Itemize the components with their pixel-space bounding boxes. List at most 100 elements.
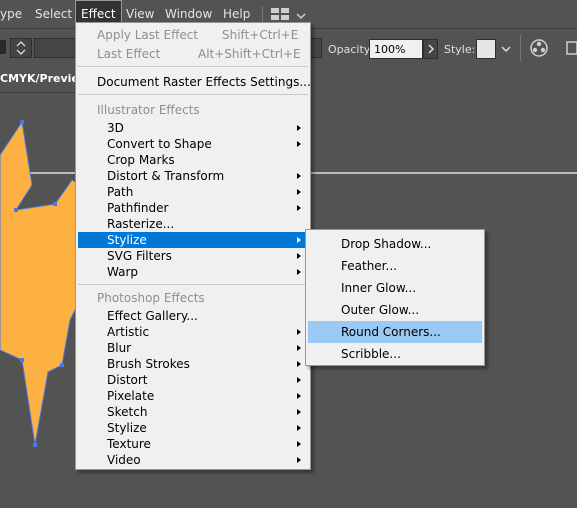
opacity-input[interactable]: 100%	[369, 39, 423, 59]
stroke-weight-field[interactable]	[34, 38, 76, 58]
menu-item-label: Pathfinder	[107, 201, 169, 215]
menu-item-svg-filters[interactable]: SVG Filters	[78, 248, 308, 264]
submenu-arrow-icon	[297, 172, 301, 179]
style-dropdown-button[interactable]	[497, 39, 515, 59]
stroke-weight-label-fragment	[0, 40, 6, 54]
menu-item-label: Brush Strokes	[107, 357, 190, 371]
menu-item-sketch[interactable]: Sketch	[78, 404, 308, 420]
menu-item-blur[interactable]: Blur	[78, 340, 308, 356]
menu-item-3d[interactable]: 3D	[78, 120, 308, 136]
menu-item-stylize-illustrator[interactable]: Stylize	[78, 232, 308, 248]
anchor-point[interactable]	[20, 120, 24, 124]
submenu-arrow-icon	[297, 424, 301, 431]
menu-item-label: Outer Glow...	[341, 303, 420, 317]
menu-item-label: Scribble...	[341, 347, 401, 361]
menu-item-label: Stylize	[107, 233, 147, 247]
document-tab[interactable]: CMYK/Preview	[0, 66, 89, 93]
stroke-weight-stepper[interactable]	[10, 38, 32, 58]
menu-item-label: Texture	[107, 437, 151, 451]
menu-item-last-effect: Last Effect Alt+Shift+Ctrl+E	[78, 46, 308, 62]
submenu-arrow-icon	[297, 408, 301, 415]
menu-item-label: Convert to Shape	[107, 137, 212, 151]
menu-item-label: Distort & Transform	[107, 169, 225, 183]
menu-item-crop-marks[interactable]: Crop Marks	[78, 152, 308, 168]
style-label: Style:	[444, 43, 476, 56]
menu-item-outer-glow[interactable]: Outer Glow...	[308, 299, 482, 321]
menu-item-distort[interactable]: Distort	[78, 372, 308, 388]
anchor-point[interactable]	[20, 358, 24, 362]
menu-item-texture[interactable]: Texture	[78, 436, 308, 452]
opacity-label: Opacity:	[328, 43, 374, 56]
menu-item-warp[interactable]: Warp	[78, 264, 308, 280]
submenu-arrow-icon	[297, 344, 301, 351]
opacity-expand-button[interactable]	[423, 39, 438, 59]
submenu-arrow-icon	[297, 392, 301, 399]
menu-item-pathfinder[interactable]: Pathfinder	[78, 200, 308, 216]
menu-item-label: Last Effect	[97, 47, 161, 61]
menu-separator	[78, 94, 308, 95]
menu-item-inner-glow[interactable]: Inner Glow...	[308, 277, 482, 299]
menu-item-shortcut: Alt+Shift+Ctrl+E	[198, 47, 301, 61]
menu-item-label: 3D	[107, 121, 124, 135]
submenu-arrow-icon	[297, 456, 301, 463]
menu-item-path[interactable]: Path	[78, 184, 308, 200]
align-icon[interactable]	[566, 40, 577, 56]
menu-item-video[interactable]: Video	[78, 452, 308, 468]
menu-separator	[78, 66, 308, 67]
menu-item-stylize-photoshop[interactable]: Stylize	[78, 420, 308, 436]
submenu-arrow-icon	[297, 204, 301, 211]
menu-item-artistic[interactable]: Artistic	[78, 324, 308, 340]
menu-item-label: Effect Gallery...	[107, 309, 198, 323]
menu-separator	[78, 284, 308, 285]
anchor-point[interactable]	[14, 208, 18, 212]
variable-width-dropdown[interactable]	[310, 38, 322, 58]
menu-item-distort-transform[interactable]: Distort & Transform	[78, 168, 308, 184]
chevron-down-icon[interactable]	[296, 9, 306, 20]
stylize-submenu: Drop Shadow... Feather... Inner Glow... …	[305, 229, 485, 366]
submenu-arrow-icon	[297, 268, 301, 275]
menu-item-rasterize[interactable]: Rasterize...	[78, 216, 308, 232]
submenu-arrow-icon	[297, 328, 301, 335]
effect-menu: Apply Last Effect Shift+Ctrl+E Last Effe…	[75, 22, 311, 470]
submenu-arrow-icon	[297, 252, 301, 259]
menu-item-label: Inner Glow...	[341, 281, 417, 295]
menu-item-brush-strokes[interactable]: Brush Strokes	[78, 356, 308, 372]
submenu-arrow-icon	[297, 236, 301, 243]
menu-item-shortcut: Shift+Ctrl+E	[222, 28, 299, 42]
menu-item-label: SVG Filters	[107, 249, 172, 263]
anchor-point[interactable]	[60, 363, 64, 367]
stepper-arrows-icon	[16, 41, 26, 55]
illustrator-effects-header: Illustrator Effects	[97, 103, 200, 117]
menubar-divider	[262, 6, 263, 22]
menu-item-label: Warp	[107, 265, 139, 279]
menu-item-label: Round Corners...	[341, 325, 441, 339]
menu-item-drop-shadow[interactable]: Drop Shadow...	[308, 233, 482, 255]
submenu-arrow-icon	[297, 140, 301, 147]
anchor-point[interactable]	[33, 443, 37, 447]
submenu-arrow-icon	[297, 124, 301, 131]
anchor-point[interactable]	[53, 202, 57, 206]
menu-item-document-raster-effects-settings[interactable]: Document Raster Effects Settings...	[78, 74, 311, 90]
menu-item-label: Rasterize...	[107, 217, 175, 231]
menu-item-label: Feather...	[341, 259, 397, 273]
starburst-path[interactable]	[0, 120, 81, 446]
menu-item-convert-to-shape[interactable]: Convert to Shape	[78, 136, 308, 152]
menu-item-scribble[interactable]: Scribble...	[308, 343, 482, 365]
photoshop-effects-header: Photoshop Effects	[97, 291, 205, 305]
workspace-layout-icon[interactable]	[271, 8, 289, 20]
graphic-style-swatch[interactable]	[476, 39, 496, 59]
menu-item-label: Drop Shadow...	[341, 237, 432, 251]
menu-item-label: Distort	[107, 373, 148, 387]
menu-item-pixelate[interactable]: Pixelate	[78, 388, 308, 404]
menu-select[interactable]: Select	[35, 0, 72, 28]
submenu-arrow-icon	[297, 188, 301, 195]
menu-item-round-corners[interactable]: Round Corners...	[308, 321, 482, 343]
menu-type[interactable]: ype	[0, 0, 22, 28]
submenu-arrow-icon	[297, 376, 301, 383]
menu-item-feather[interactable]: Feather...	[308, 255, 482, 277]
menu-item-label: Video	[107, 453, 141, 467]
menu-item-label: Blur	[107, 341, 132, 355]
menu-item-effect-gallery[interactable]: Effect Gallery...	[78, 308, 308, 324]
submenu-arrow-icon	[297, 440, 301, 447]
recolor-artwork-icon[interactable]	[530, 39, 548, 57]
